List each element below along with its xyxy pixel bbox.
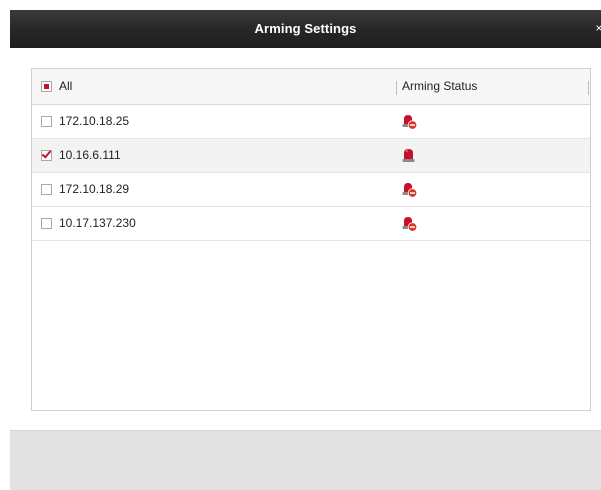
arming-status-column-header[interactable]: Arming Status (402, 69, 477, 104)
select-all-checkbox[interactable] (41, 81, 52, 92)
siren-disarmed-icon[interactable] (400, 215, 418, 233)
device-table: All Arming Status 172.10.18.25 10.16.6.1… (31, 68, 591, 411)
column-divider[interactable] (588, 81, 589, 95)
close-icon[interactable]: × (594, 21, 601, 35)
siren-armed-icon[interactable] (400, 147, 418, 165)
device-ip: 172.10.18.25 (59, 114, 130, 128)
dialog-footer (10, 430, 601, 490)
title-bar[interactable]: Arming Settings × (10, 10, 601, 48)
siren-disarmed-icon[interactable] (400, 181, 418, 199)
device-ip: 172.10.18.29 (59, 182, 130, 196)
row-checkbox[interactable] (41, 218, 52, 229)
dialog-content: All Arming Status 172.10.18.25 10.16.6.1… (10, 48, 601, 430)
table-row[interactable]: 10.16.6.111 (32, 139, 590, 173)
arming-settings-dialog: Arming Settings × All Arming Status 172.… (10, 10, 601, 490)
siren-disarmed-icon[interactable] (400, 113, 418, 131)
row-checkbox[interactable] (41, 116, 52, 127)
select-all-label: All (59, 79, 73, 93)
dialog-title: Arming Settings (254, 21, 357, 36)
table-row[interactable]: 172.10.18.29 (32, 173, 590, 207)
column-divider[interactable] (396, 81, 397, 95)
device-ip: 10.16.6.111 (59, 148, 121, 162)
row-checkbox[interactable] (41, 150, 52, 161)
table-row[interactable]: 172.10.18.25 (32, 105, 590, 139)
device-ip: 10.17.137.230 (59, 216, 136, 230)
table-header: All Arming Status (32, 69, 590, 105)
row-checkbox[interactable] (41, 184, 52, 195)
table-row[interactable]: 10.17.137.230 (32, 207, 590, 241)
